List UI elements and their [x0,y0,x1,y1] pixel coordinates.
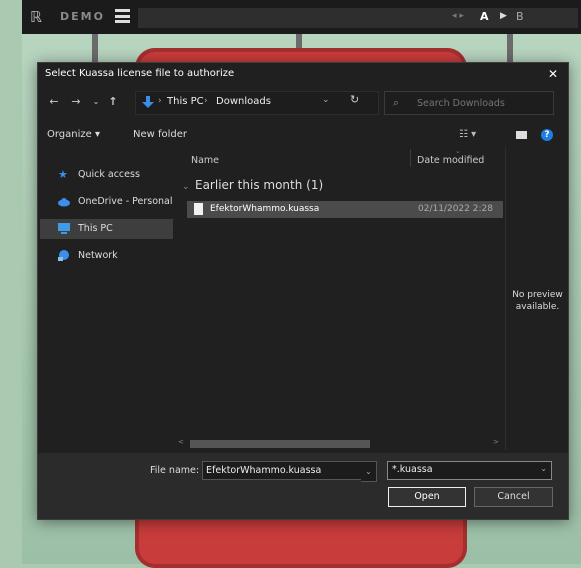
ab-copy-arrow-icon[interactable]: ▶ [500,11,507,21]
file-date: 02/11/2022 2:28 [418,204,493,214]
forward-arrow-icon[interactable]: → [68,92,84,112]
navigation-bar: ← → ⌄ ↑ › This PC › Downloads ⌄ ↻ ⌕ [38,89,568,115]
change-view-icon[interactable]: ☷ ▾ [459,129,476,140]
dialog-title: Select Kuassa license file to authorize [45,68,235,79]
demo-label: DEMO [60,10,105,23]
network-icon [58,250,69,261]
breadcrumb-this-pc[interactable]: This PC [167,96,204,107]
preview-pane: No preview available. [505,147,569,450]
column-header-date-modified[interactable]: Date modified [417,155,484,166]
preview-pane-toggle-icon[interactable] [516,131,527,139]
breadcrumb-downloads[interactable]: Downloads [216,96,271,107]
file-open-dialog: Select Kuassa license file to authorize … [37,62,569,520]
sidebar-item-network[interactable]: Network [40,246,173,266]
file-row[interactable]: EfektorWhammo.kuassa 02/11/2022 2:28 [187,201,503,218]
sort-indicator-icon: ⌄ [455,147,461,155]
search-icon: ⌕ [393,96,400,109]
address-dropdown-chevron-icon[interactable]: ⌄ [322,95,330,105]
file-name-dropdown-chevron-icon[interactable]: ⌄ [361,461,377,482]
dialog-footer: File name: ⌄ *.kuassa ⌄ Open Cancel [38,453,568,519]
sidebar-item-quick-access[interactable]: ★ Quick access [40,165,173,185]
column-divider[interactable] [410,149,411,167]
file-type-value: *.kuassa [392,464,433,475]
file-type-select[interactable]: *.kuassa ⌄ [387,461,552,480]
sidebar-item-label: Quick access [78,169,140,180]
file-type-chevron-icon: ⌄ [540,464,547,473]
horizontal-scrollbar[interactable]: < > [175,438,504,449]
scroll-right-arrow-icon[interactable]: > [493,438,499,446]
recent-locations-chevron-icon[interactable]: ⌄ [90,92,102,112]
preset-nav-arrows-icon[interactable]: ◂ ▸ [452,11,464,21]
organize-menu-button[interactable]: Organize ▾ [47,129,100,140]
star-icon: ★ [58,168,68,181]
search-input[interactable] [415,95,549,111]
scroll-left-arrow-icon[interactable]: < [178,438,184,446]
cancel-button[interactable]: Cancel [474,487,553,507]
file-list: Name ⌄ Date modified ⌄ Earlier this mont… [175,147,505,447]
group-collapse-chevron-icon[interactable]: ⌄ [182,182,190,192]
navigation-pane: ★ Quick access OneDrive - Personal This … [38,147,175,447]
sidebar-item-label: Network [78,250,118,261]
preview-message: No preview available. [512,290,563,312]
sidebar-item-this-pc[interactable]: This PC [40,219,173,239]
sidebar-item-label: OneDrive - Personal [78,196,173,207]
cloud-icon [58,198,70,207]
new-folder-button[interactable]: New folder [133,129,187,140]
ab-a-button[interactable]: A [480,10,489,23]
file-icon [194,203,203,215]
refresh-icon[interactable]: ↻ [350,93,359,106]
hamburger-menu-icon[interactable] [115,9,130,23]
file-name-label: File name: [150,465,200,476]
open-button[interactable]: Open [388,487,466,507]
monitor-icon [58,223,70,234]
column-header-name[interactable]: Name [191,155,219,166]
address-bar[interactable]: › This PC › Downloads ⌄ [135,91,379,115]
dialog-toolbar: Organize ▾ New folder ☷ ▾ ? [38,127,568,147]
search-box[interactable]: ⌕ [384,91,554,115]
close-icon[interactable]: ✕ [544,65,562,83]
preset-selector[interactable] [138,8,578,28]
kuassa-logo-icon: ℝ [30,8,42,26]
breadcrumb-separator-icon: › [158,96,162,106]
dialog-titlebar[interactable]: Select Kuassa license file to authorize … [38,63,568,85]
help-icon[interactable]: ? [541,129,553,141]
downloads-folder-icon [142,96,154,108]
back-arrow-icon[interactable]: ← [46,92,62,112]
group-header[interactable]: Earlier this month (1) [195,178,323,192]
sidebar-item-onedrive[interactable]: OneDrive - Personal [40,192,173,212]
sidebar-item-label: This PC [78,223,113,234]
breadcrumb-separator-icon: › [204,96,208,106]
file-name: EfektorWhammo.kuassa [210,204,320,214]
ab-b-button[interactable]: B [516,10,524,23]
up-arrow-icon[interactable]: ↑ [106,92,120,112]
organize-label: Organize [47,129,92,140]
scrollbar-thumb[interactable] [190,440,370,448]
file-name-input[interactable] [202,461,367,480]
